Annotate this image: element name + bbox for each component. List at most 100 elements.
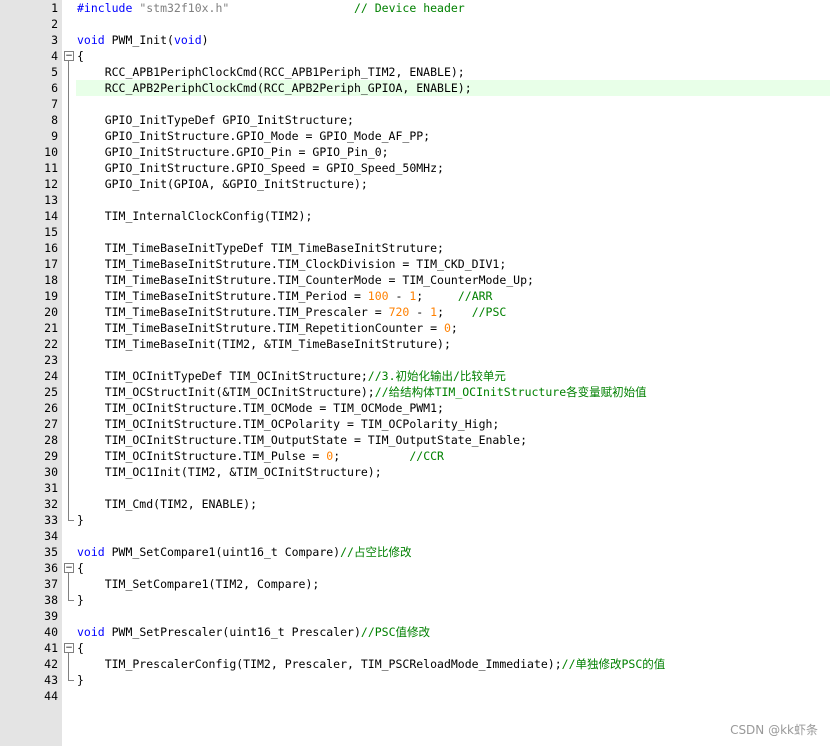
- code-text[interactable]: TIM_TimeBaseInitStruture.TIM_CounterMode…: [77, 272, 534, 288]
- code-line[interactable]: 5 RCC_APB1PeriphClockCmd(RCC_APB1Periph_…: [0, 64, 832, 80]
- code-line[interactable]: 4 {−: [0, 48, 832, 64]
- code-text[interactable]: TIM_OCInitTypeDef TIM_OCInitStructure;//…: [77, 368, 506, 384]
- code-text[interactable]: RCC_APB2PeriphClockCmd(RCC_APB2Periph_GP…: [77, 80, 472, 96]
- code-line[interactable]: 18 TIM_TimeBaseInitStruture.TIM_CounterM…: [0, 272, 832, 288]
- code-text[interactable]: void PWM_SetPrescaler(uint16_t Prescaler…: [77, 624, 430, 640]
- code-line[interactable]: 33}: [0, 512, 832, 528]
- line-number: 13: [44, 193, 58, 207]
- code-line[interactable]: 15: [0, 224, 832, 240]
- code-token: }: [77, 593, 84, 607]
- line-number: 28: [44, 433, 58, 447]
- code-line[interactable]: 35 void PWM_SetCompare1(uint16_t Compare)…: [0, 544, 832, 560]
- code-line[interactable]: 23: [0, 352, 832, 368]
- code-text[interactable]: {: [77, 560, 84, 576]
- code-text[interactable]: {: [77, 640, 84, 656]
- code-line[interactable]: 9 GPIO_InitStructure.GPIO_Mode = GPIO_Mo…: [0, 128, 832, 144]
- code-text[interactable]: TIM_InternalClockConfig(TIM2);: [77, 208, 313, 224]
- code-text[interactable]: TIM_OCStructInit(&TIM_OCInitStructure);/…: [77, 384, 647, 400]
- code-line[interactable]: 17 TIM_TimeBaseInitStruture.TIM_ClockDiv…: [0, 256, 832, 272]
- code-line[interactable]: 12 GPIO_Init(GPIOA, &GPIO_InitStructure)…: [0, 176, 832, 192]
- code-line[interactable]: 27 TIM_OCInitStructure.TIM_OCPolarity = …: [0, 416, 832, 432]
- code-line[interactable]: 25 TIM_OCStructInit(&TIM_OCInitStructure…: [0, 384, 832, 400]
- code-text[interactable]: }: [77, 592, 84, 608]
- code-text[interactable]: GPIO_InitTypeDef GPIO_InitStructure;: [77, 112, 354, 128]
- line-number: 16: [44, 241, 58, 255]
- code-line[interactable]: 24 TIM_OCInitTypeDef TIM_OCInitStructure…: [0, 368, 832, 384]
- code-text[interactable]: }: [77, 512, 84, 528]
- code-text[interactable]: TIM_OCInitStructure.TIM_Pulse = 0; //CCR: [77, 448, 444, 464]
- code-text[interactable]: TIM_TimeBaseInitTypeDef TIM_TimeBaseInit…: [77, 240, 444, 256]
- code-text[interactable]: void PWM_SetCompare1(uint16_t Compare)//…: [77, 544, 411, 560]
- code-text[interactable]: TIM_TimeBaseInitStruture.TIM_ClockDivisi…: [77, 256, 507, 272]
- code-text[interactable]: TIM_OCInitStructure.TIM_OCPolarity = TIM…: [77, 416, 500, 432]
- code-line[interactable]: 44: [0, 688, 832, 704]
- code-text[interactable]: GPIO_InitStructure.GPIO_Speed = GPIO_Spe…: [77, 160, 444, 176]
- line-number: 24: [44, 369, 58, 383]
- code-editor[interactable]: 1 #include "stm32f10x.h" // Device header…: [0, 0, 832, 746]
- code-text[interactable]: GPIO_Init(GPIOA, &GPIO_InitStructure);: [77, 176, 368, 192]
- code-line[interactable]: 37 TIM_SetCompare1(TIM2, Compare);: [0, 576, 832, 592]
- code-token: TIM_OCInitStructure.TIM_OutputState = TI…: [77, 433, 528, 447]
- code-line[interactable]: 6 RCC_APB2PeriphClockCmd(RCC_APB2Periph_…: [0, 80, 832, 96]
- code-line[interactable]: 8 GPIO_InitTypeDef GPIO_InitStructure;: [0, 112, 832, 128]
- code-text[interactable]: TIM_TimeBaseInitStruture.TIM_RepetitionC…: [77, 320, 458, 336]
- code-token: {: [77, 49, 84, 63]
- code-line[interactable]: 39: [0, 608, 832, 624]
- code-line[interactable]: 28 TIM_OCInitStructure.TIM_OutputState =…: [0, 432, 832, 448]
- code-line[interactable]: 10 GPIO_InitStructure.GPIO_Pin = GPIO_Pi…: [0, 144, 832, 160]
- code-line[interactable]: 32 TIM_Cmd(TIM2, ENABLE);: [0, 496, 832, 512]
- code-text[interactable]: GPIO_InitStructure.GPIO_Mode = GPIO_Mode…: [77, 128, 430, 144]
- code-text[interactable]: GPIO_InitStructure.GPIO_Pin = GPIO_Pin_0…: [77, 144, 389, 160]
- code-line[interactable]: 34: [0, 528, 832, 544]
- code-token: -: [388, 289, 410, 303]
- code-text[interactable]: TIM_Cmd(TIM2, ENABLE);: [77, 496, 257, 512]
- code-line[interactable]: 36 {−: [0, 560, 832, 576]
- fold-toggle-icon[interactable]: −: [64, 643, 74, 653]
- code-line[interactable]: 1 #include "stm32f10x.h" // Device header: [0, 0, 832, 16]
- code-token: TIM_OCInitTypeDef TIM_OCInitStructure;: [77, 369, 368, 383]
- code-line[interactable]: 42 TIM_PrescalerConfig(TIM2, Prescaler, …: [0, 656, 832, 672]
- code-line[interactable]: 40 void PWM_SetPrescaler(uint16_t Prescal…: [0, 624, 832, 640]
- line-background: [76, 480, 830, 496]
- code-line[interactable]: 41 {−: [0, 640, 832, 656]
- code-line[interactable]: 43}: [0, 672, 832, 688]
- number-token: 100: [367, 289, 389, 303]
- code-text[interactable]: RCC_APB1PeriphClockCmd(RCC_APB1Periph_TI…: [77, 64, 465, 80]
- code-text[interactable]: #include "stm32f10x.h" // Device header: [77, 0, 465, 16]
- code-line[interactable]: 11 GPIO_InitStructure.GPIO_Speed = GPIO_…: [0, 160, 832, 176]
- code-line[interactable]: 30 TIM_OC1Init(TIM2, &TIM_OCInitStructur…: [0, 464, 832, 480]
- code-text[interactable]: TIM_OCInitStructure.TIM_OCMode = TIM_OCM…: [77, 400, 444, 416]
- code-text[interactable]: }: [77, 672, 84, 688]
- code-text[interactable]: TIM_TimeBaseInit(TIM2, &TIM_TimeBaseInit…: [77, 336, 451, 352]
- code-line[interactable]: 2: [0, 16, 832, 32]
- code-text[interactable]: TIM_SetCompare1(TIM2, Compare);: [77, 576, 320, 592]
- code-line[interactable]: 38}: [0, 592, 832, 608]
- code-text[interactable]: TIM_PrescalerConfig(TIM2, Prescaler, TIM…: [77, 656, 666, 672]
- line-number: 23: [44, 353, 58, 367]
- line-number: 43: [44, 673, 58, 687]
- fold-toggle-icon[interactable]: −: [64, 563, 74, 573]
- code-text[interactable]: TIM_TimeBaseInitStruture.TIM_Period = 10…: [77, 288, 493, 304]
- line-number: 35: [44, 545, 58, 559]
- code-line[interactable]: 3 void PWM_Init(void): [0, 32, 832, 48]
- code-text[interactable]: TIM_OC1Init(TIM2, &TIM_OCInitStructure);: [77, 464, 382, 480]
- code-line[interactable]: 20 TIM_TimeBaseInitStruture.TIM_Prescale…: [0, 304, 832, 320]
- code-text[interactable]: TIM_TimeBaseInitStruture.TIM_Prescaler =…: [77, 304, 507, 320]
- code-line[interactable]: 14 TIM_InternalClockConfig(TIM2);: [0, 208, 832, 224]
- code-text[interactable]: TIM_OCInitStructure.TIM_OutputState = TI…: [77, 432, 527, 448]
- code-line[interactable]: 29 TIM_OCInitStructure.TIM_Pulse = 0; //…: [0, 448, 832, 464]
- code-text[interactable]: {: [77, 48, 84, 64]
- code-line[interactable]: 22 TIM_TimeBaseInit(TIM2, &TIM_TimeBaseI…: [0, 336, 832, 352]
- comment-token: //PSC值修改: [360, 625, 431, 639]
- code-line[interactable]: 16 TIM_TimeBaseInitTypeDef TIM_TimeBaseI…: [0, 240, 832, 256]
- code-line[interactable]: 26 TIM_OCInitStructure.TIM_OCMode = TIM_…: [0, 400, 832, 416]
- code-text[interactable]: void PWM_Init(void): [77, 32, 209, 48]
- code-line[interactable]: 19 TIM_TimeBaseInitStruture.TIM_Period =…: [0, 288, 832, 304]
- code-line[interactable]: 7: [0, 96, 832, 112]
- code-line[interactable]: 13: [0, 192, 832, 208]
- line-number: 2: [51, 17, 58, 31]
- code-line[interactable]: 31: [0, 480, 832, 496]
- fold-toggle-icon[interactable]: −: [64, 51, 74, 61]
- comment-token: //ARR: [457, 289, 493, 303]
- code-line[interactable]: 21 TIM_TimeBaseInitStruture.TIM_Repetiti…: [0, 320, 832, 336]
